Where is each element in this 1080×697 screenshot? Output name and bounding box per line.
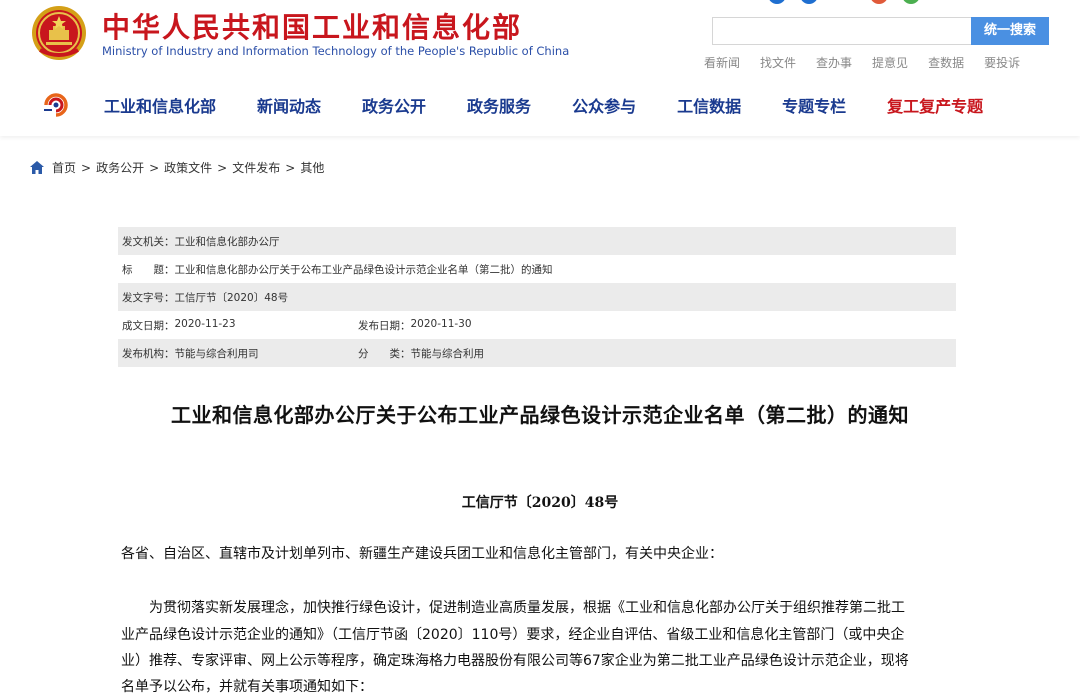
meta-published: 发布日期： 2020-11-30 xyxy=(358,318,472,333)
top-icon-4[interactable] xyxy=(902,0,920,4)
meta-label: 发布机构： xyxy=(122,347,175,360)
meta-label: 发文机关： xyxy=(122,235,175,248)
nav-item-miit-data[interactable]: 工信数据 xyxy=(677,93,741,117)
national-emblem-icon[interactable] xyxy=(30,4,88,62)
body-paragraph-line: 业）推荐、专家评审、网上公示等程序，确定珠海格力电器股份有限公司等67家企业为第… xyxy=(121,653,909,669)
site-subtitle: Ministry of Industry and Information Tec… xyxy=(102,44,570,58)
meta-value: 工业和信息化部办公厅 xyxy=(174,235,280,248)
breadcrumb-home[interactable]: 首页 xyxy=(52,159,76,176)
breadcrumb-policy-documents[interactable]: 政策文件 xyxy=(164,159,212,176)
meta-value: 工信厅节〔2020〕48号 xyxy=(174,291,289,304)
meta-row-doc-number: 发文字号： 工信厅节〔2020〕48号 xyxy=(118,283,956,311)
breadcrumb-separator: > xyxy=(81,160,92,175)
quick-link-complaint[interactable]: 要投诉 xyxy=(984,54,1020,71)
breadcrumb-separator: > xyxy=(217,160,228,175)
nav-item-ministry[interactable]: 工业和信息化部 xyxy=(104,93,216,117)
breadcrumb-government-affairs[interactable]: 政务公开 xyxy=(96,159,144,176)
top-icon-3[interactable] xyxy=(870,0,888,4)
meta-category: 分 类： 节能与综合利用 xyxy=(358,346,484,361)
breadcrumb-separator: > xyxy=(149,160,160,175)
breadcrumb: 首页 > 政务公开 > 政策文件 > 文件发布 > 其他 xyxy=(30,159,324,176)
article-title: 工业和信息化部办公厅关于公布工业产品绿色设计示范企业名单（第二批）的通知 xyxy=(171,403,909,427)
body-paragraph-line: 为贯彻落实新发展理念，加快推行绿色设计，促进制造业高质量发展，根据《工业和信息化… xyxy=(121,600,905,616)
quick-link-services[interactable]: 查办事 xyxy=(816,54,852,71)
breadcrumb-separator: > xyxy=(285,160,296,175)
meta-value: 2020-11-23 xyxy=(174,317,236,330)
document-meta-table: 发文机关： 工业和信息化部办公厅 标 题： 工业和信息化部办公厅关于公布工业产品… xyxy=(118,227,956,367)
meta-row-dates: 成文日期： 2020-11-23 发布日期： 2020-11-30 xyxy=(118,311,956,339)
top-icon-2[interactable] xyxy=(800,0,818,4)
site-title[interactable]: 中华人民共和国工业和信息化部 xyxy=(102,6,522,46)
quick-link-documents[interactable]: 找文件 xyxy=(760,54,796,71)
meta-org: 发布机构： 节能与综合利用司 xyxy=(122,346,259,361)
meta-label: 发文字号： xyxy=(122,291,175,304)
breadcrumb-document-release[interactable]: 文件发布 xyxy=(232,159,280,176)
meta-value: 节能与综合利用 xyxy=(410,347,485,360)
search-button[interactable]: 统一搜索 xyxy=(971,17,1049,45)
nav-item-government-services[interactable]: 政务服务 xyxy=(467,93,531,117)
search-input[interactable] xyxy=(713,18,972,44)
quick-link-feedback[interactable]: 提意见 xyxy=(872,54,908,71)
meta-label: 标 题： xyxy=(122,263,175,276)
nav-item-special-topics[interactable]: 专题专栏 xyxy=(782,93,846,117)
salutation: 各省、自治区、直辖市及计划单列市、新疆生产建设兵团工业和信息化主管部门，有关中央… xyxy=(121,546,723,562)
quick-link-news[interactable]: 看新闻 xyxy=(704,54,740,71)
meta-value: 工业和信息化部办公厅关于公布工业产品绿色设计示范企业名单（第二批）的通知 xyxy=(174,263,553,276)
main-nav: 工业和信息化部 新闻动态 政务公开 政务服务 公众参与 工信数据 专题专栏 复工… xyxy=(42,92,1024,118)
body-paragraph-line: 业产品绿色设计示范企业的通知》（工信厅节函〔2020〕110号）要求，经企业自评… xyxy=(121,627,905,643)
meta-label: 成文日期： xyxy=(122,319,175,332)
quick-link-data[interactable]: 查数据 xyxy=(928,54,964,71)
meta-row-issuer: 发文机关： 工业和信息化部办公厅 xyxy=(118,227,956,255)
meta-label: 发布日期： xyxy=(358,319,411,332)
home-icon[interactable] xyxy=(30,161,44,174)
nav-item-news[interactable]: 新闻动态 xyxy=(257,93,321,117)
meta-row-title: 标 题： 工业和信息化部办公厅关于公布工业产品绿色设计示范企业名单（第二批）的通… xyxy=(118,255,956,283)
body-paragraph-line: 名单予以公布，并就有关事项通知如下： xyxy=(121,679,373,695)
top-icon-1[interactable] xyxy=(768,0,786,4)
nav-item-resumption-topic[interactable]: 复工复产专题 xyxy=(887,93,983,117)
breadcrumb-other[interactable]: 其他 xyxy=(300,159,324,176)
meta-created: 成文日期： 2020-11-23 xyxy=(122,318,236,333)
search-box xyxy=(712,17,972,45)
meta-label: 分 类： xyxy=(358,347,411,360)
miit-logo-icon[interactable] xyxy=(42,92,70,118)
nav-item-public-participation[interactable]: 公众参与 xyxy=(572,93,636,117)
document-number: 工信厅节〔2020〕48号 xyxy=(461,495,619,511)
meta-value: 节能与综合利用司 xyxy=(174,347,259,360)
meta-row-org: 发布机构： 节能与综合利用司 分 类： 节能与综合利用 xyxy=(118,339,956,367)
site-header: 中华人民共和国工业和信息化部 Ministry of Industry and … xyxy=(0,0,1080,136)
meta-value: 2020-11-30 xyxy=(410,317,472,330)
nav-item-government-affairs[interactable]: 政务公开 xyxy=(362,93,426,117)
top-icon-strip xyxy=(760,0,930,4)
quick-links: 看新闻 找文件 查办事 提意见 查数据 要投诉 xyxy=(704,54,1040,71)
